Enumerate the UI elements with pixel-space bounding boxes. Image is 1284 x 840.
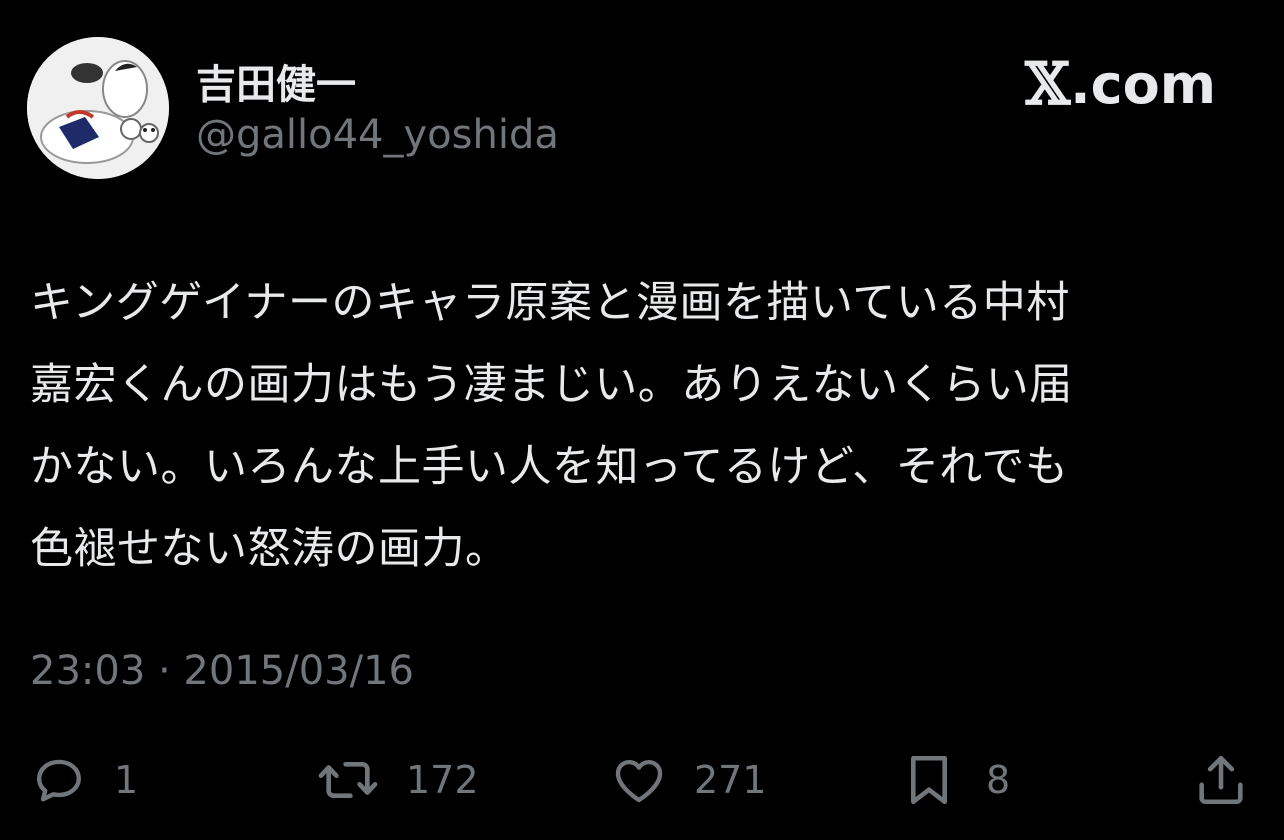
action-bar: 1 172 271 8 (0, 745, 1284, 815)
post-text-line: かない。いろんな上手い人を知ってるけど、それでも (30, 442, 1069, 492)
repost-button[interactable]: 172 (316, 745, 479, 815)
post-text-line: 嘉宏くんの画力はもう凄まじい。ありえないくらい届 (30, 360, 1073, 410)
post-text-line: キングゲイナーのキャラ原案と漫画を描いている中村 (30, 278, 1070, 328)
reply-icon (37, 759, 81, 802)
heart-icon (615, 759, 663, 803)
post-text: キングゲイナーのキャラ原案と漫画を描いている中村 嘉宏くんの画力はもう凄まじい。… (30, 262, 1250, 590)
repost-count: 172 (406, 758, 479, 802)
author-display-name[interactable]: 吉田健一 (196, 52, 356, 110)
avatar[interactable] (27, 37, 169, 179)
brand-link[interactable]: 𝕏 .com (1025, 50, 1216, 118)
reply-button[interactable]: 1 (30, 745, 138, 815)
share-button[interactable] (1192, 745, 1250, 815)
bookmark-button[interactable]: 8 (902, 745, 1010, 815)
share-icon (1199, 755, 1243, 805)
brand-label: .com (1070, 52, 1216, 116)
author-handle[interactable]: @gallo44_yoshida (196, 112, 559, 158)
bookmark-count: 8 (986, 758, 1011, 802)
reply-count: 1 (114, 758, 139, 802)
like-count: 271 (694, 758, 767, 802)
repost-icon (318, 761, 378, 799)
post-text-line: 色褪せない怒涛の画力。 (30, 524, 509, 574)
post-timestamp[interactable]: 23:03 · 2015/03/16 (30, 648, 414, 694)
x-logo-icon: 𝕏 (1025, 50, 1071, 118)
bookmark-icon (910, 755, 948, 805)
avatar-illustration (27, 37, 169, 179)
like-button[interactable]: 271 (610, 745, 767, 815)
